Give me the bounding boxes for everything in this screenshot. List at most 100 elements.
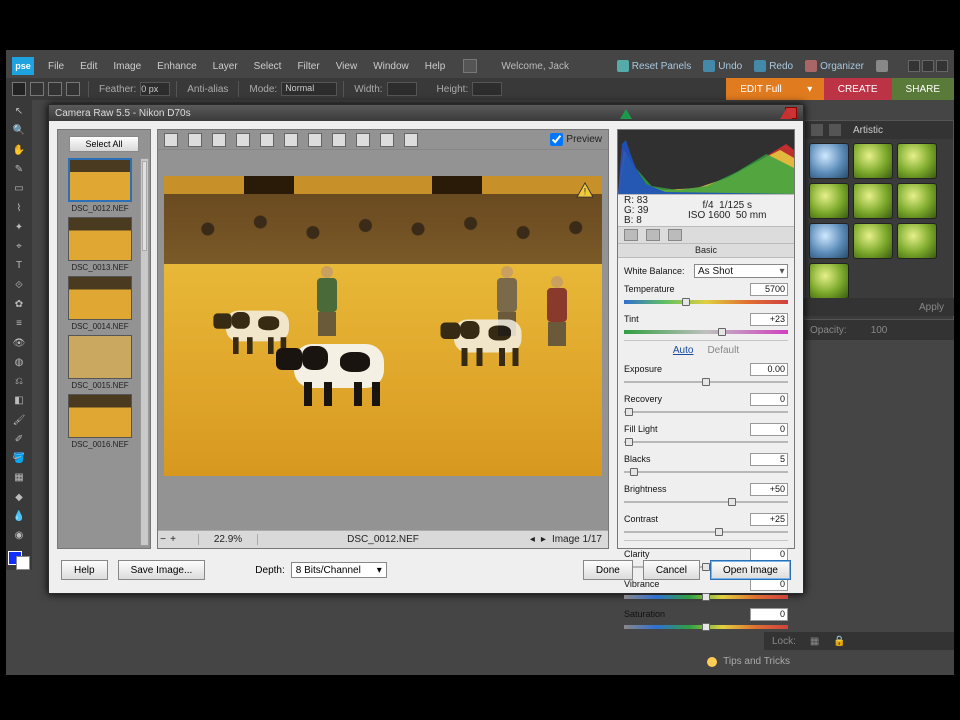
preview-image[interactable]: ! — [164, 176, 602, 476]
menu-edit[interactable]: Edit — [80, 61, 97, 72]
antialias-label[interactable]: Anti-alias — [187, 84, 228, 95]
intersect-selection-icon[interactable] — [66, 82, 80, 96]
thumbnail[interactable]: DSC_0013.NEF — [62, 217, 138, 272]
mode-select[interactable]: Normal — [281, 82, 337, 96]
contrast-slider[interactable] — [624, 528, 788, 536]
panel-toggle-icon[interactable] — [463, 59, 477, 73]
hand-tool-icon[interactable]: ✋ — [9, 143, 29, 158]
zoom-tool-icon[interactable] — [164, 133, 178, 147]
background-color[interactable] — [16, 556, 30, 570]
vibrance-slider[interactable] — [624, 593, 788, 601]
thumbnail[interactable]: DSC_0016.NEF — [62, 394, 138, 449]
saturation-slider[interactable] — [624, 623, 788, 631]
home-icon[interactable] — [876, 60, 888, 72]
blacks-value[interactable]: 5 — [750, 453, 788, 466]
select-all-button[interactable]: Select All — [69, 136, 139, 152]
add-selection-icon[interactable] — [30, 82, 44, 96]
dialog-titlebar[interactable]: Camera Raw 5.5 - Nikon D70s — [49, 105, 803, 121]
wb-tool-icon[interactable] — [212, 133, 226, 147]
redeye-tool-icon[interactable]: 👁 — [9, 335, 29, 350]
tips-link[interactable]: Tips and Tricks — [707, 656, 790, 667]
sponge-tool-icon[interactable]: ◉ — [9, 528, 29, 543]
smart-brush-icon[interactable]: ✐ — [9, 432, 29, 447]
apply-button[interactable]: Apply — [919, 302, 944, 313]
straighten-tool-icon[interactable] — [260, 133, 274, 147]
gradient-tool-icon[interactable]: ▦ — [9, 470, 29, 485]
contrast-value[interactable]: +25 — [750, 513, 788, 526]
temperature-value[interactable]: 5700 — [750, 283, 788, 296]
exposure-value[interactable]: 0.00 — [750, 363, 788, 376]
create-button[interactable]: CREATE — [824, 78, 892, 100]
tint-value[interactable]: +23 — [750, 313, 788, 326]
menu-filter[interactable]: Filter — [297, 61, 319, 72]
lasso-tool-icon[interactable]: ⌇ — [9, 200, 29, 215]
menu-image[interactable]: Image — [113, 61, 141, 72]
reset-panels-button[interactable]: Reset Panels — [617, 60, 691, 72]
clone-tool-icon[interactable]: ⎌ — [9, 374, 29, 389]
feather-input[interactable] — [140, 82, 170, 96]
bucket-tool-icon[interactable]: 🪣 — [9, 451, 29, 466]
menu-layer[interactable]: Layer — [213, 61, 238, 72]
zoom-level[interactable]: 22.9% — [198, 534, 258, 545]
effect-thumb[interactable] — [897, 223, 937, 259]
depth-select[interactable]: 8 Bits/Channel▾ — [291, 562, 387, 578]
save-image-button[interactable]: Save Image... — [118, 560, 206, 580]
menu-view[interactable]: View — [336, 61, 358, 72]
zoom-tool-icon[interactable]: 🔍 — [9, 123, 29, 138]
color-swatches[interactable] — [8, 551, 30, 570]
width-input[interactable] — [387, 82, 417, 96]
menu-select[interactable]: Select — [254, 61, 282, 72]
temperature-slider[interactable] — [624, 298, 788, 306]
saturation-value[interactable]: 0 — [750, 608, 788, 621]
opacity-value[interactable]: 100 — [871, 325, 888, 336]
thumbnail[interactable]: DSC_0012.NEF — [62, 158, 138, 213]
preview-checkbox[interactable] — [550, 133, 563, 146]
trash-icon[interactable] — [404, 133, 418, 147]
eraser-tool-icon[interactable]: ◧ — [9, 393, 29, 408]
wand-tool-icon[interactable]: ✦ — [9, 220, 29, 235]
organizer-button[interactable]: Organizer — [805, 60, 864, 72]
prev-image-icon[interactable]: ◂ — [530, 534, 535, 545]
brightness-slider[interactable] — [624, 498, 788, 506]
effect-thumb[interactable] — [809, 183, 849, 219]
auto-link[interactable]: Auto — [673, 345, 694, 356]
new-selection-icon[interactable] — [12, 82, 26, 96]
recovery-value[interactable]: 0 — [750, 393, 788, 406]
share-button[interactable]: SHARE — [892, 78, 954, 100]
rotate-cw-icon[interactable] — [380, 133, 394, 147]
effect-thumb[interactable] — [853, 183, 893, 219]
subtract-selection-icon[interactable] — [48, 82, 62, 96]
tint-slider[interactable] — [624, 328, 788, 336]
lock-pixels-icon[interactable]: ▦ — [810, 636, 819, 647]
window-close-icon[interactable] — [936, 60, 948, 72]
fill-slider[interactable] — [624, 438, 788, 446]
retouch-tool-icon[interactable] — [284, 133, 298, 147]
blur-tool-icon[interactable]: 💧 — [9, 509, 29, 524]
selection-brush-icon[interactable]: ⌖ — [9, 239, 29, 254]
effect-thumb[interactable] — [897, 183, 937, 219]
hand-tool-icon[interactable] — [188, 133, 202, 147]
effects-category[interactable]: Artistic — [853, 125, 883, 136]
wb-select[interactable]: As Shot▾ — [694, 264, 788, 278]
help-button[interactable]: Help — [61, 560, 108, 580]
move-tool-icon[interactable]: ↖ — [9, 104, 29, 119]
blacks-slider[interactable] — [624, 468, 788, 476]
straighten-tool-icon[interactable]: ≡ — [9, 316, 29, 331]
window-maximize-icon[interactable] — [922, 60, 934, 72]
fill-value[interactable]: 0 — [750, 423, 788, 436]
highlight-warning-icon[interactable]: ! — [576, 182, 594, 198]
detail-tab-icon[interactable] — [646, 229, 660, 241]
zoom-in-icon[interactable]: + — [168, 534, 178, 545]
effects-icon[interactable] — [811, 124, 823, 136]
undo-button[interactable]: Undo — [703, 60, 742, 72]
next-image-icon[interactable]: ▸ — [541, 534, 546, 545]
window-minimize-icon[interactable] — [908, 60, 920, 72]
height-input[interactable] — [472, 82, 502, 96]
menu-help[interactable]: Help — [425, 61, 446, 72]
layers-icon[interactable] — [829, 124, 841, 136]
healing-tool-icon[interactable]: ◍ — [9, 355, 29, 370]
crop-tool-icon[interactable]: ⟐ — [9, 278, 29, 293]
rotate-ccw-icon[interactable] — [356, 133, 370, 147]
menu-enhance[interactable]: Enhance — [157, 61, 196, 72]
effect-thumb[interactable] — [809, 263, 849, 299]
